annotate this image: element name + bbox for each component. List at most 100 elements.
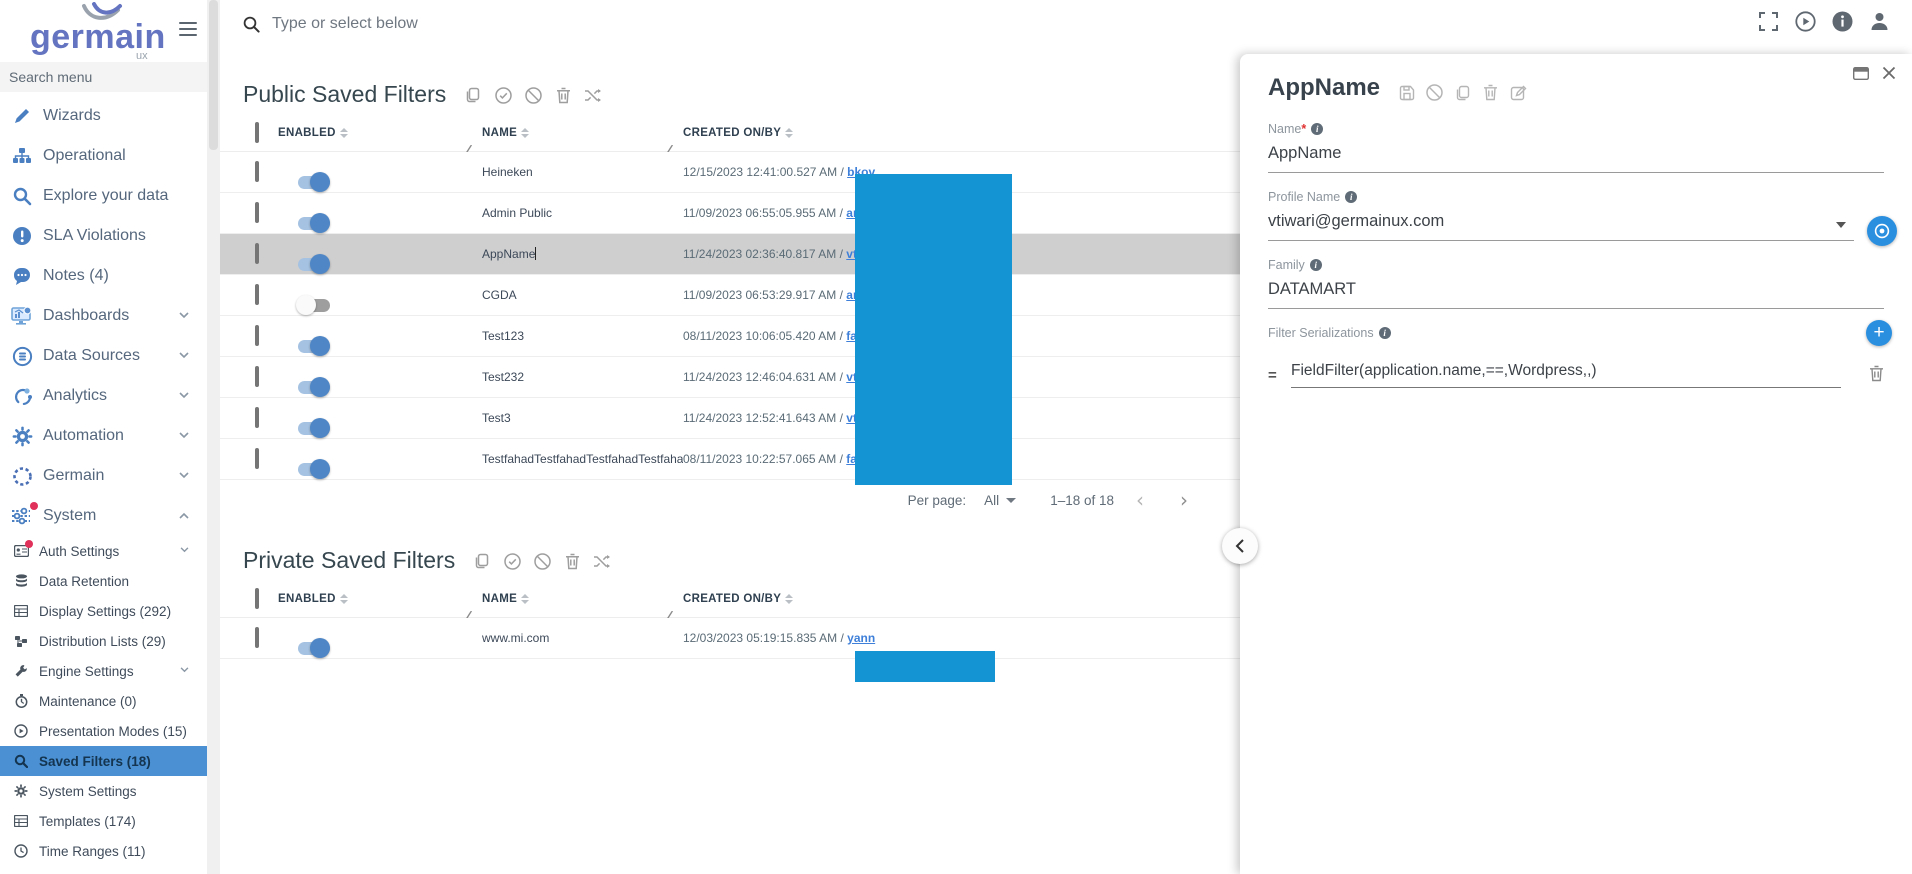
sort-icon[interactable] xyxy=(340,594,348,604)
shuffle-icon[interactable] xyxy=(584,86,602,104)
trash-icon[interactable] xyxy=(1869,365,1884,382)
table-row[interactable]: TestfahadTestfahadTestfahadTestfaha... 0… xyxy=(213,439,1240,480)
check-circle-icon[interactable] xyxy=(494,86,512,104)
sidebar-item-analytics[interactable]: Analytics xyxy=(0,376,213,416)
fullscreen-icon[interactable] xyxy=(1757,10,1779,32)
sidebar-item-maintenance[interactable]: Maintenance (0) xyxy=(0,686,213,716)
sidebar-item-data-sources[interactable]: Data Sources xyxy=(0,336,213,376)
column-header-name[interactable]: NAME∕∕ xyxy=(482,593,683,605)
info-icon[interactable]: i xyxy=(1345,191,1357,203)
row-checkbox[interactable] xyxy=(255,407,259,428)
column-header-enabled[interactable]: ENABLED xyxy=(278,127,482,139)
serialization-value[interactable]: FieldFilter(application.name,==,Wordpres… xyxy=(1291,362,1841,388)
copy-icon[interactable] xyxy=(473,552,491,570)
edit-icon[interactable] xyxy=(1510,84,1527,101)
sort-icon[interactable] xyxy=(521,128,529,138)
trash-icon[interactable] xyxy=(563,552,581,570)
sidebar-item-presentation-modes[interactable]: Presentation Modes (15) xyxy=(0,716,213,746)
sort-icon[interactable] xyxy=(785,128,793,138)
table-row[interactable]: CGDA 11/09/2023 06:53:29.917 AM / arun xyxy=(213,275,1240,316)
play-circle-icon[interactable] xyxy=(1794,10,1816,32)
sidebar-item-data-retention[interactable]: Data Retention xyxy=(0,566,213,596)
menu-hamburger-icon[interactable] xyxy=(179,18,197,40)
column-header-created[interactable]: CREATED ON/BY∕∕ xyxy=(683,593,1240,605)
row-checkbox[interactable] xyxy=(255,284,259,305)
window-icon[interactable] xyxy=(1853,67,1869,80)
sidebar-item-time-ranges[interactable]: Time Ranges (11) xyxy=(0,836,213,866)
creator-link[interactable]: yann xyxy=(847,631,875,645)
per-page-select[interactable]: All xyxy=(984,493,1016,508)
profile-field-value[interactable]: vtiwari@germainux.com xyxy=(1268,204,1854,241)
row-checkbox[interactable] xyxy=(255,243,259,264)
target-icon[interactable] xyxy=(1867,216,1897,246)
column-header-enabled[interactable]: ENABLED xyxy=(278,593,482,605)
sort-icon[interactable] xyxy=(785,594,793,604)
sidebar-item-germain[interactable]: Germain xyxy=(0,456,213,496)
sidebar-search-input[interactable] xyxy=(0,62,213,92)
row-checkbox[interactable] xyxy=(255,448,259,469)
copy-icon[interactable] xyxy=(1454,84,1471,101)
user-icon[interactable] xyxy=(1868,10,1890,32)
table-row[interactable]: Test232 11/24/2023 12:46:04.631 AM / vti… xyxy=(213,357,1240,398)
column-header-created[interactable]: CREATED ON/BY∕∕ xyxy=(683,127,1240,139)
ban-icon[interactable] xyxy=(533,552,551,570)
trash-icon[interactable] xyxy=(1482,84,1499,101)
sidebar-item-templates[interactable]: Templates (174) xyxy=(0,806,213,836)
name-field-value[interactable]: AppName xyxy=(1268,136,1884,173)
sidebar-scrollbar[interactable] xyxy=(207,0,220,874)
sidebar-item-engine-settings[interactable]: Engine Settings xyxy=(0,656,213,686)
info-icon[interactable]: i xyxy=(1379,327,1391,339)
column-resize-handle[interactable]: ∕∕ xyxy=(468,610,469,621)
sort-icon[interactable] xyxy=(340,128,348,138)
row-checkbox[interactable] xyxy=(255,366,259,387)
family-field-value[interactable]: DATAMART xyxy=(1268,272,1884,309)
sort-icon[interactable] xyxy=(521,594,529,604)
select-all-checkbox[interactable] xyxy=(255,122,259,143)
sidebar-item-sla-violations[interactable]: SLA Violations xyxy=(0,216,213,256)
table-row-selected[interactable]: AppName 11/24/2023 02:36:40.817 AM / vti… xyxy=(213,234,1240,275)
ban-icon[interactable] xyxy=(524,86,542,104)
global-search-input[interactable] xyxy=(272,15,1172,33)
table-row[interactable]: Heineken 12/15/2023 12:41:00.527 AM / bk… xyxy=(213,152,1240,193)
panel-collapse-button[interactable] xyxy=(1222,528,1258,564)
row-checkbox[interactable] xyxy=(255,627,259,648)
select-all-checkbox[interactable] xyxy=(255,588,259,609)
add-serialization-button[interactable]: + xyxy=(1866,320,1892,346)
sidebar-item-saved-filters[interactable]: Saved Filters (18) xyxy=(0,746,213,776)
row-checkbox[interactable] xyxy=(255,325,259,346)
sidebar-item-display-settings[interactable]: Display Settings (292) xyxy=(0,596,213,626)
info-icon[interactable]: i xyxy=(1311,123,1323,135)
sidebar-item-explore[interactable]: Explore your data xyxy=(0,176,213,216)
close-icon[interactable] xyxy=(1882,66,1896,80)
info-icon[interactable] xyxy=(1831,10,1853,32)
row-checkbox[interactable] xyxy=(255,161,259,182)
column-resize-handle[interactable]: ∕∕ xyxy=(669,610,670,621)
column-resize-handle[interactable]: ∕∕ xyxy=(669,144,670,155)
sidebar-item-wizards[interactable]: Wizards xyxy=(0,96,213,136)
ban-icon[interactable] xyxy=(1426,84,1443,101)
sidebar-item-system[interactable]: System xyxy=(0,496,213,536)
sidebar-item-auth-settings[interactable]: Auth Settings xyxy=(0,536,213,566)
table-row[interactable]: Test3 11/24/2023 12:52:41.643 AM / vtiw xyxy=(213,398,1240,439)
row-checkbox[interactable] xyxy=(255,202,259,223)
column-header-name[interactable]: NAME∕∕ xyxy=(482,127,683,139)
next-page-icon[interactable]: › xyxy=(1166,488,1202,512)
sidebar-item-notes[interactable]: Notes (4) xyxy=(0,256,213,296)
sidebar-item-operational[interactable]: Operational xyxy=(0,136,213,176)
sidebar-item-dashboards[interactable]: Dashboards xyxy=(0,296,213,336)
copy-icon[interactable] xyxy=(464,86,482,104)
prev-page-icon[interactable]: ‹ xyxy=(1122,488,1158,512)
info-icon[interactable]: i xyxy=(1310,259,1322,271)
sidebar-item-automation[interactable]: Automation xyxy=(0,416,213,456)
drag-handle-icon[interactable]: = xyxy=(1268,367,1282,384)
table-row[interactable]: Test123 08/11/2023 10:06:05.420 AM / fah… xyxy=(213,316,1240,357)
column-resize-handle[interactable]: ∕∕ xyxy=(468,144,469,155)
sidebar-item-system-settings[interactable]: System Settings xyxy=(0,776,213,806)
check-circle-icon[interactable] xyxy=(503,552,521,570)
table-row[interactable]: Admin Public 11/09/2023 06:55:05.955 AM … xyxy=(213,193,1240,234)
save-icon[interactable] xyxy=(1398,84,1415,101)
trash-icon[interactable] xyxy=(554,86,572,104)
table-row[interactable]: www.mi.com 12/03/2023 05:19:15.835 AM / … xyxy=(213,618,1240,659)
sidebar-item-distribution-lists[interactable]: Distribution Lists (29) xyxy=(0,626,213,656)
shuffle-icon[interactable] xyxy=(593,552,611,570)
